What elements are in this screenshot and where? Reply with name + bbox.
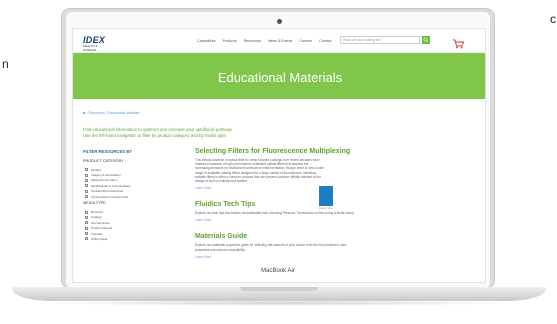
filter-option-label: Optical Filters Advanced bbox=[91, 189, 124, 194]
outside-left-text: n bbox=[2, 57, 9, 71]
search-input[interactable]: What are you looking for? bbox=[340, 36, 420, 44]
article-card: Fluidics Tech Tips Explore our tech tips… bbox=[195, 200, 475, 222]
search-placeholder: What are you looking for? bbox=[343, 38, 382, 42]
camera-icon bbox=[277, 19, 282, 24]
intro-line: Find educational information to optimize… bbox=[83, 127, 233, 132]
article-list: Selecting Filters for Fluorescence Multi… bbox=[195, 147, 475, 265]
checkbox[interactable] bbox=[85, 226, 88, 230]
site-header: IDEX HEALTH & SCIENCE Capabilities Produ… bbox=[73, 29, 485, 53]
laptop-screen: IDEX HEALTH & SCIENCE Capabilities Produ… bbox=[72, 28, 486, 283]
nav-item-careers[interactable]: Careers bbox=[299, 39, 312, 43]
learn-more-link[interactable]: Learn More bbox=[195, 218, 475, 222]
nav-item-contact[interactable]: Contact bbox=[319, 39, 331, 43]
summary-line: properties and solvent compatibility. bbox=[195, 247, 246, 252]
checkbox[interactable] bbox=[85, 178, 88, 182]
filter-option[interactable]: Optical Filters Fundamental bbox=[85, 194, 183, 199]
nav-item-capabilities[interactable]: Capabilities bbox=[197, 39, 216, 43]
article-title[interactable]: Materials Guide bbox=[195, 232, 475, 241]
thumbnail-caption: Learn more bbox=[319, 207, 333, 210]
article-card: Selecting Filters for Fluorescence Multi… bbox=[195, 147, 435, 190]
summary-line: design of such a multiplexing system. bbox=[195, 179, 248, 184]
filter-option-label: Fluidics bbox=[91, 167, 102, 172]
cart-button[interactable] bbox=[452, 36, 466, 49]
checkbox[interactable] bbox=[85, 237, 88, 241]
filter-option-label: Journal Article bbox=[91, 220, 110, 225]
filter-option-label: Product Manual bbox=[91, 226, 113, 231]
article-title[interactable]: Fluidics Tech Tips bbox=[195, 200, 475, 209]
checkbox[interactable] bbox=[85, 184, 88, 188]
breadcrumb[interactable]: ▶ / Resources / Educational Materials bbox=[83, 111, 140, 115]
logo-subtext: HEALTH & SCIENCE bbox=[83, 44, 98, 52]
filter-heading: FILTER RESOURCES BY bbox=[83, 149, 133, 154]
filter-option-label: Imaging & Illumination bbox=[91, 173, 121, 178]
filter-option-label: Mini/Modular & Consumables bbox=[91, 183, 131, 188]
filter-option-label: Catalog bbox=[91, 215, 102, 220]
filter-option-label: White Paper bbox=[91, 236, 108, 241]
cart-icon bbox=[453, 39, 465, 49]
filter-option-label: Brochure bbox=[91, 210, 104, 215]
checkbox[interactable] bbox=[85, 215, 88, 219]
filter-option-label: Optical Filters Fundamental bbox=[91, 194, 128, 199]
checkbox[interactable] bbox=[85, 195, 88, 199]
intro-text: Find educational information to optimize… bbox=[83, 127, 233, 138]
article-summary: This steady advance in optical filter fo… bbox=[195, 158, 435, 183]
filter-option-label: Tutorials bbox=[91, 231, 103, 236]
media-type-label: MEDIA TYPE bbox=[83, 201, 106, 206]
article-card: Materials Guide Explore our materials pr… bbox=[195, 232, 475, 258]
hero-banner: Educational Materials bbox=[73, 53, 485, 99]
checkbox[interactable] bbox=[85, 173, 88, 177]
checkbox[interactable] bbox=[85, 168, 88, 172]
filter-option-label: Material Information bbox=[91, 178, 118, 183]
search-button[interactable] bbox=[422, 36, 430, 44]
filter-sidebar: FILTER RESOURCES BY PRODUCT CATEGORY Flu… bbox=[83, 149, 183, 242]
article-summary: Explore our materials properties guide f… bbox=[195, 243, 475, 251]
nav-item-resources[interactable]: Resources bbox=[244, 39, 261, 43]
main-nav: Capabilities Products Resources News & E… bbox=[197, 39, 332, 43]
outside-right-text: c bbox=[550, 12, 556, 26]
learn-more-link[interactable]: Learn More bbox=[195, 186, 435, 190]
product-category-label: PRODUCT CATEGORY bbox=[83, 159, 124, 163]
checkbox[interactable] bbox=[85, 232, 88, 236]
nav-item-products[interactable]: Products bbox=[223, 39, 237, 43]
search-icon bbox=[423, 37, 429, 43]
article-title[interactable]: Selecting Filters for Fluorescence Multi… bbox=[195, 147, 435, 156]
filter-option[interactable]: White Paper bbox=[85, 236, 183, 241]
intro-line: Use the left-hand navigation to filter b… bbox=[83, 132, 228, 138]
article-thumbnail[interactable] bbox=[319, 186, 333, 206]
checkbox[interactable] bbox=[85, 210, 88, 214]
page: n c IDEX HEALTH & SCIENCE Capabilities P… bbox=[0, 0, 557, 324]
learn-more-link[interactable]: Learn More bbox=[195, 255, 475, 259]
page-title: Educational Materials bbox=[217, 70, 343, 85]
summary-line: Explore our tech tips and fluidics funda… bbox=[195, 211, 355, 216]
article-summary: Explore our tech tips and fluidics funda… bbox=[195, 211, 475, 215]
site-logo[interactable]: IDEX HEALTH & SCIENCE bbox=[83, 35, 111, 52]
laptop-notch bbox=[240, 287, 318, 291]
device-label: MacBook Air bbox=[261, 268, 295, 274]
checkbox[interactable] bbox=[85, 221, 88, 225]
checkbox[interactable] bbox=[85, 189, 88, 193]
nav-item-news-events[interactable]: News & Events bbox=[268, 39, 292, 43]
